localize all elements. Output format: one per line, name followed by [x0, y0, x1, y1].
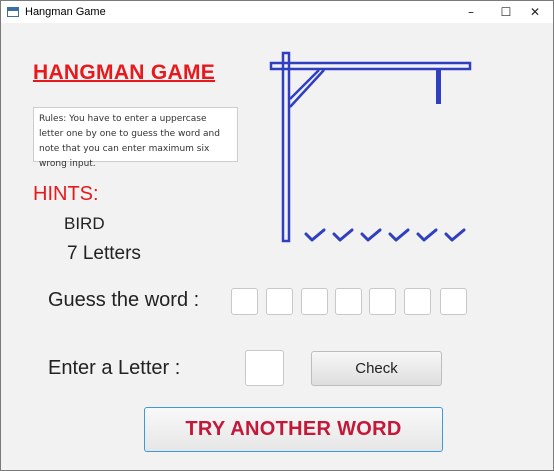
game-heading: HANGMAN GAME [33, 61, 216, 84]
check-button[interactable]: Check [311, 351, 442, 386]
word-slot [231, 288, 258, 315]
word-slot [369, 288, 396, 315]
app-window-icon [7, 7, 19, 17]
word-slot [266, 288, 293, 315]
attempt-check-icon [360, 228, 382, 242]
try-another-word-button[interactable]: TRY ANOTHER WORD [144, 407, 443, 452]
attempt-check-icon [388, 228, 410, 242]
window-title: Hangman Game [25, 6, 106, 18]
hint-letter-count: 7 Letters [67, 243, 141, 264]
attempt-check-icon [304, 228, 326, 242]
minimize-button[interactable]: – [453, 1, 489, 23]
attempt-check-icon [444, 228, 466, 242]
word-slot [301, 288, 328, 315]
attempt-check-icon [332, 228, 354, 242]
gallows-brace-outer [289, 69, 320, 100]
word-slot [404, 288, 431, 315]
word-slot [440, 288, 467, 315]
gallows-post [281, 51, 291, 243]
attempt-marks [304, 228, 466, 242]
close-button[interactable]: ✕ [517, 1, 553, 23]
app-window: Hangman Game – ☐ ✕ HANGMAN GAME Rules: Y… [0, 0, 554, 471]
gallows-rope [436, 69, 441, 104]
word-slot [335, 288, 362, 315]
gallows-top-beam [269, 61, 472, 71]
title-bar[interactable]: Hangman Game – ☐ ✕ [1, 1, 553, 23]
gallows-drawing [269, 51, 472, 243]
rules-box: Rules: You have to enter a uppercase let… [33, 107, 238, 169]
gallows-brace-inner [289, 69, 325, 108]
enter-letter-label: Enter a Letter : [48, 357, 181, 379]
hints-title: HINTS: [33, 183, 99, 205]
attempt-check-icon [416, 228, 438, 242]
letter-input[interactable] [245, 350, 284, 386]
hint-word: BIRD [64, 214, 105, 233]
guess-word-label: Guess the word : [48, 289, 200, 311]
